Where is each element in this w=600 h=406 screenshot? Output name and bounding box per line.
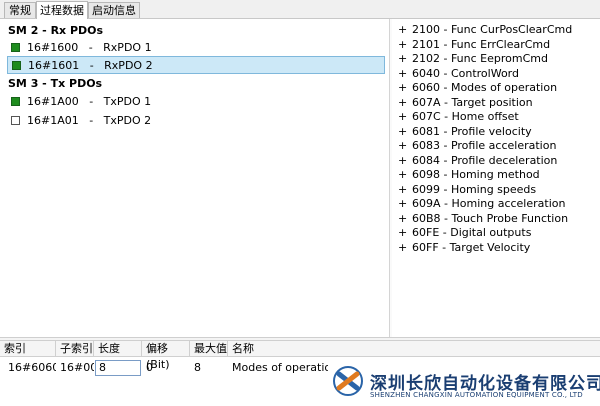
object-entry-label: 609A - Homing acceleration bbox=[412, 197, 566, 210]
expand-plus-icon[interactable]: + bbox=[398, 124, 412, 139]
object-entry-label: 607A - Target position bbox=[412, 95, 533, 109]
expand-plus-icon[interactable]: + bbox=[398, 109, 412, 124]
object-entry-label: 607C - Home offset bbox=[412, 110, 519, 123]
pdo-checkbox[interactable] bbox=[12, 61, 21, 70]
object-entry-label: 60B8 - Touch Probe Function bbox=[412, 211, 569, 225]
object-entry-label: 6083 - Profile acceleration bbox=[412, 139, 557, 152]
pdo-row-txpdo2[interactable]: 16#1A01 - TxPDO 2 bbox=[7, 112, 385, 130]
expand-plus-icon[interactable]: + bbox=[398, 138, 412, 153]
pdo-row-label: 16#1601 - RxPDO 2 bbox=[28, 59, 153, 72]
pdo-row-rxpdo1[interactable]: 16#1600 - RxPDO 1 bbox=[7, 39, 385, 57]
object-entry-label: 60FE - Digital outputs bbox=[412, 226, 532, 239]
pdo-row-label: 16#1A00 - TxPDO 1 bbox=[27, 95, 152, 108]
col-header-offset[interactable]: 偏移(Bit) bbox=[142, 341, 190, 371]
object-entry-label: 2100 - Func CurPosClearCmd bbox=[412, 23, 573, 36]
pdo-checkbox[interactable] bbox=[11, 97, 20, 106]
col-header-name[interactable]: 名称 bbox=[228, 341, 600, 357]
object-entry[interactable]: +6040 - ControlWord bbox=[398, 66, 519, 81]
object-entry-label: 6098 - Homing method bbox=[412, 168, 540, 181]
expand-plus-icon[interactable]: + bbox=[398, 153, 412, 168]
object-entry[interactable]: +60B8 - Touch Probe Function bbox=[398, 211, 568, 226]
expand-plus-icon[interactable]: + bbox=[398, 167, 412, 182]
col-header-max[interactable]: 最大值 bbox=[190, 341, 228, 357]
sm2-group-title: SM 2 - Rx PDOs bbox=[8, 24, 104, 37]
watermark-company-en: SHENZHEN CHANGXIN AUTOMATION EQUIPMENT C… bbox=[370, 391, 583, 399]
col-header-subindex[interactable]: 子索引 bbox=[56, 341, 94, 357]
expand-plus-icon[interactable]: + bbox=[398, 211, 412, 226]
object-entry[interactable]: +607A - Target position bbox=[398, 95, 533, 110]
expand-plus-icon[interactable]: + bbox=[398, 80, 412, 95]
object-entry-label: 6081 - Profile velocity bbox=[412, 124, 532, 138]
object-entry[interactable]: +607C - Home offset bbox=[398, 109, 519, 124]
expand-plus-icon[interactable]: + bbox=[398, 51, 412, 66]
company-watermark: 深圳长欣自动化设备有限公司 SHENZHEN CHANGXIN AUTOMATI… bbox=[330, 361, 600, 406]
object-entry[interactable]: +2100 - Func CurPosClearCmd bbox=[398, 22, 572, 37]
cell-offset: 0 bbox=[146, 361, 153, 374]
expand-plus-icon[interactable]: + bbox=[398, 95, 412, 110]
object-entry-label: 60FF - Target Velocity bbox=[412, 240, 531, 254]
object-entry[interactable]: +2101 - Func ErrClearCmd bbox=[398, 37, 550, 52]
company-logo-icon bbox=[333, 366, 363, 396]
object-entry-label: 6060 - Modes of operation bbox=[412, 81, 558, 94]
pdo-row-label: 16#1A01 - TxPDO 2 bbox=[27, 114, 152, 127]
pdo-checkbox[interactable] bbox=[11, 43, 20, 52]
pdo-assignment-panel: SM 2 - Rx PDOs 16#1600 - RxPDO 1 16#1601… bbox=[0, 19, 389, 337]
cell-subindex: 16#00 bbox=[60, 361, 94, 374]
object-entry[interactable]: +6099 - Homing speeds bbox=[398, 182, 536, 197]
object-entry-label: 6084 - Profile deceleration bbox=[412, 153, 558, 167]
cell-index: 16#6060 bbox=[8, 361, 56, 374]
length-input[interactable]: 8 bbox=[95, 360, 141, 376]
object-entry-label: 2102 - Func EepromCmd bbox=[412, 52, 548, 65]
object-entry[interactable]: +6083 - Profile acceleration bbox=[398, 138, 556, 153]
tab-startup-info[interactable]: 启动信息 bbox=[88, 2, 140, 18]
expand-plus-icon[interactable]: + bbox=[398, 196, 412, 211]
object-entry[interactable]: +60FF - Target Velocity bbox=[398, 240, 530, 255]
object-entry[interactable]: +609A - Homing acceleration bbox=[398, 196, 565, 211]
sm3-group-title: SM 3 - Tx PDOs bbox=[8, 77, 103, 90]
object-entry[interactable]: +6081 - Profile velocity bbox=[398, 124, 532, 139]
expand-plus-icon[interactable]: + bbox=[398, 240, 412, 255]
object-entry-label: 2101 - Func ErrClearCmd bbox=[412, 37, 551, 51]
tab-general[interactable]: 常规 bbox=[4, 2, 36, 18]
object-entry-label: 6099 - Homing speeds bbox=[412, 182, 537, 196]
cell-max: 8 bbox=[194, 361, 201, 374]
cell-name: Modes of operation bbox=[232, 361, 328, 374]
object-dictionary-list: +2100 - Func CurPosClearCmd +2101 - Func … bbox=[392, 19, 600, 337]
col-header-index[interactable]: 索引 bbox=[0, 341, 56, 357]
expand-plus-icon[interactable]: + bbox=[398, 37, 412, 52]
pdo-row-label: 16#1600 - RxPDO 1 bbox=[27, 41, 152, 54]
tab-bar: 常规 过程数据 启动信息 bbox=[0, 0, 600, 19]
pdo-row-rxpdo2[interactable]: 16#1601 - RxPDO 2 bbox=[7, 56, 385, 74]
expand-plus-icon[interactable]: + bbox=[398, 182, 412, 197]
object-entry-label: 6040 - ControlWord bbox=[412, 66, 519, 80]
expand-plus-icon[interactable]: + bbox=[398, 225, 412, 240]
pdo-row-txpdo1[interactable]: 16#1A00 - TxPDO 1 bbox=[7, 93, 385, 111]
pdo-checkbox[interactable] bbox=[11, 116, 20, 125]
col-header-length[interactable]: 长度(Bit) bbox=[94, 341, 142, 371]
object-entry[interactable]: +6084 - Profile deceleration bbox=[398, 153, 557, 168]
object-entry[interactable]: +60FE - Digital outputs bbox=[398, 225, 531, 240]
expand-plus-icon[interactable]: + bbox=[398, 66, 412, 81]
object-entry[interactable]: +2102 - Func EepromCmd bbox=[398, 51, 548, 66]
object-entry[interactable]: +6060 - Modes of operation bbox=[398, 80, 557, 95]
object-entry[interactable]: +6098 - Homing method bbox=[398, 167, 540, 182]
expand-plus-icon[interactable]: + bbox=[398, 22, 412, 37]
tab-process-data[interactable]: 过程数据 bbox=[36, 1, 88, 19]
